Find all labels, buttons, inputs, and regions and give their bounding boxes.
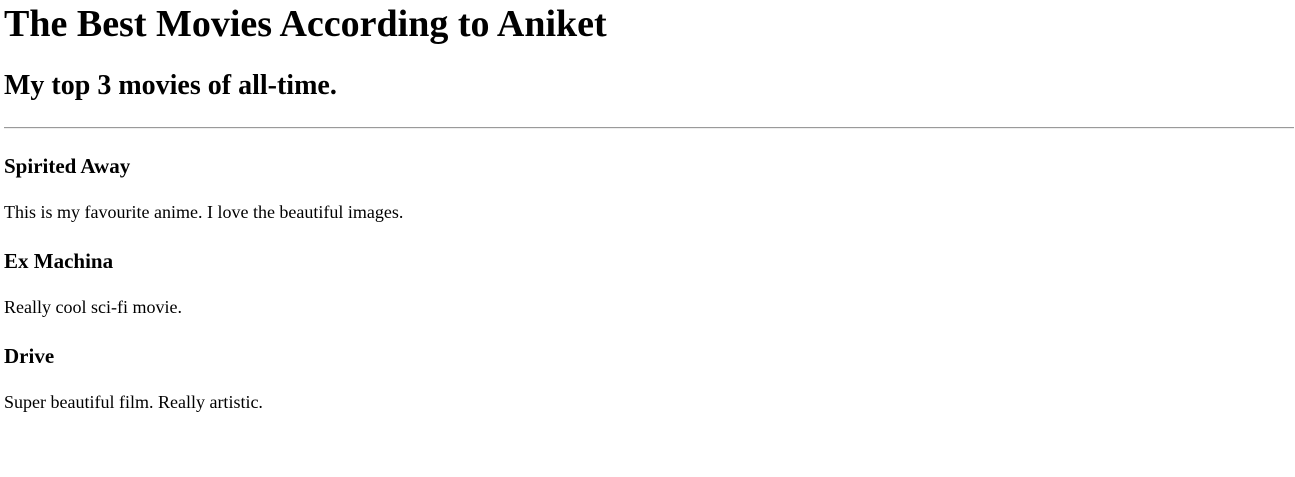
page-title: The Best Movies According to Aniket	[4, 3, 607, 45]
movie-item-spirited-away: Spirited Away This is my favourite anime…	[4, 154, 1295, 223]
movie-description: Really cool sci-fi movie.	[4, 297, 182, 317]
movie-title: Ex Machina	[4, 249, 114, 273]
page-subtitle: My top 3 movies of all-time.	[4, 70, 337, 101]
movie-description: This is my favourite anime. I love the b…	[4, 202, 404, 222]
movie-description: Super beautiful film. Really artistic.	[4, 392, 263, 412]
movie-item-ex-machina: Ex Machina Really cool sci-fi movie.	[4, 249, 1295, 318]
movie-item-drive: Drive Super beautiful film. Really artis…	[4, 344, 1295, 413]
divider	[4, 127, 1294, 129]
movie-title: Spirited Away	[4, 154, 131, 178]
movie-title: Drive	[4, 344, 55, 368]
page: The Best Movies According to Aniket My t…	[0, 0, 1295, 477]
